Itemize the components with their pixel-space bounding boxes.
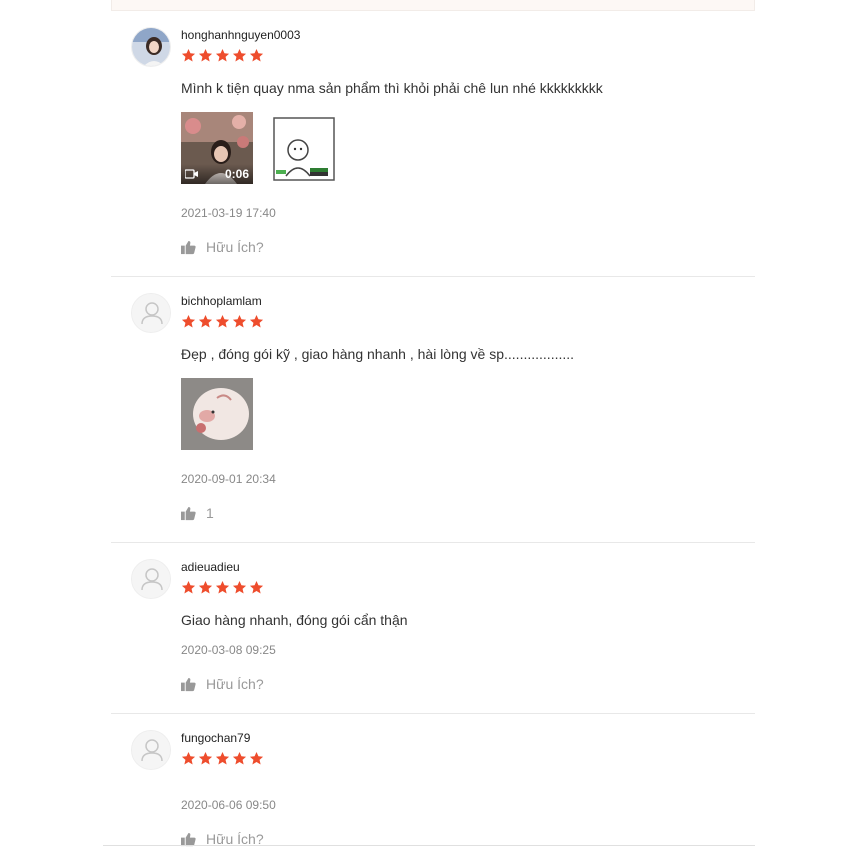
rating-stars (181, 580, 264, 595)
star-icon (215, 48, 230, 62)
review-image-thumbnail[interactable] (181, 378, 253, 450)
reviewer-username[interactable]: bichhoplamlam (181, 294, 262, 308)
avatar[interactable] (131, 730, 171, 770)
star-icon (181, 751, 196, 765)
star-icon (249, 314, 264, 328)
star-icon (181, 580, 196, 594)
avatar[interactable] (131, 293, 171, 333)
star-icon (198, 48, 213, 62)
video-duration: 0:06 (224, 167, 249, 181)
star-icon (181, 48, 196, 62)
helpful-label: Hữu Ích? (206, 676, 264, 692)
helpful-count: 1 (206, 505, 214, 521)
review-item: fungochan79 2020-06-06 09:50 Hữu Ích? (111, 714, 755, 847)
thumbs-up-icon (181, 677, 196, 691)
reviewer-username[interactable]: adieuadieu (181, 560, 240, 574)
thumbs-up-icon (181, 240, 196, 254)
review-date: 2021-03-19 17:40 (181, 206, 276, 220)
video-camera-icon (185, 169, 198, 179)
star-icon (249, 751, 264, 765)
cartoon-sticker-icon (268, 112, 340, 184)
helpful-button[interactable]: Hữu Ích? (181, 239, 264, 255)
star-icon (215, 314, 230, 328)
review-date: 2020-09-01 20:34 (181, 472, 276, 486)
review-filter-bar (111, 0, 755, 11)
rating-stars (181, 751, 264, 766)
review-media (181, 378, 253, 450)
thumbs-up-icon (181, 506, 196, 520)
helpful-button[interactable]: 1 (181, 505, 214, 521)
star-icon (249, 580, 264, 594)
divider (103, 845, 755, 846)
helpful-label: Hữu Ích? (206, 239, 264, 255)
star-icon (181, 314, 196, 328)
rating-stars (181, 314, 264, 329)
star-icon (198, 751, 213, 765)
reviewer-username[interactable]: fungochan79 (181, 731, 250, 745)
star-icon (215, 751, 230, 765)
review-item: adieuadieu Giao hàng nhanh, đóng gói cẩn… (111, 543, 755, 714)
avatar[interactable] (131, 27, 171, 67)
review-video-thumbnail[interactable]: 0:06 (181, 112, 253, 184)
rating-stars (181, 48, 264, 63)
star-icon (232, 580, 247, 594)
default-user-icon (132, 294, 170, 332)
default-user-icon (132, 731, 170, 769)
reviewer-username[interactable]: honghanhnguyen0003 (181, 28, 300, 42)
star-icon (198, 580, 213, 594)
review-image-thumbnail[interactable] (268, 112, 340, 184)
default-user-icon (132, 560, 170, 598)
star-icon (249, 48, 264, 62)
star-icon (232, 751, 247, 765)
review-comment: Giao hàng nhanh, đóng gói cẩn thận (181, 612, 408, 628)
review-date: 2020-03-08 09:25 (181, 643, 276, 657)
review-comment: Mình k tiện quay nma sản phẩm thì khỏi p… (181, 80, 603, 96)
review-item: honghanhnguyen0003 Mình k tiện quay nma … (111, 11, 755, 277)
review-item: bichhoplamlam Đẹp , đóng gói kỹ , giao h… (111, 277, 755, 543)
star-icon (198, 314, 213, 328)
review-comment: Đẹp , đóng gói kỹ , giao hàng nhanh , hà… (181, 346, 575, 362)
helpful-button[interactable]: Hữu Ích? (181, 676, 264, 692)
review-date: 2020-06-06 09:50 (181, 798, 276, 812)
star-icon (232, 48, 247, 62)
product-photo-icon (181, 378, 253, 450)
star-icon (232, 314, 247, 328)
avatar[interactable] (131, 559, 171, 599)
star-icon (215, 580, 230, 594)
review-media: 0:06 (181, 112, 340, 184)
